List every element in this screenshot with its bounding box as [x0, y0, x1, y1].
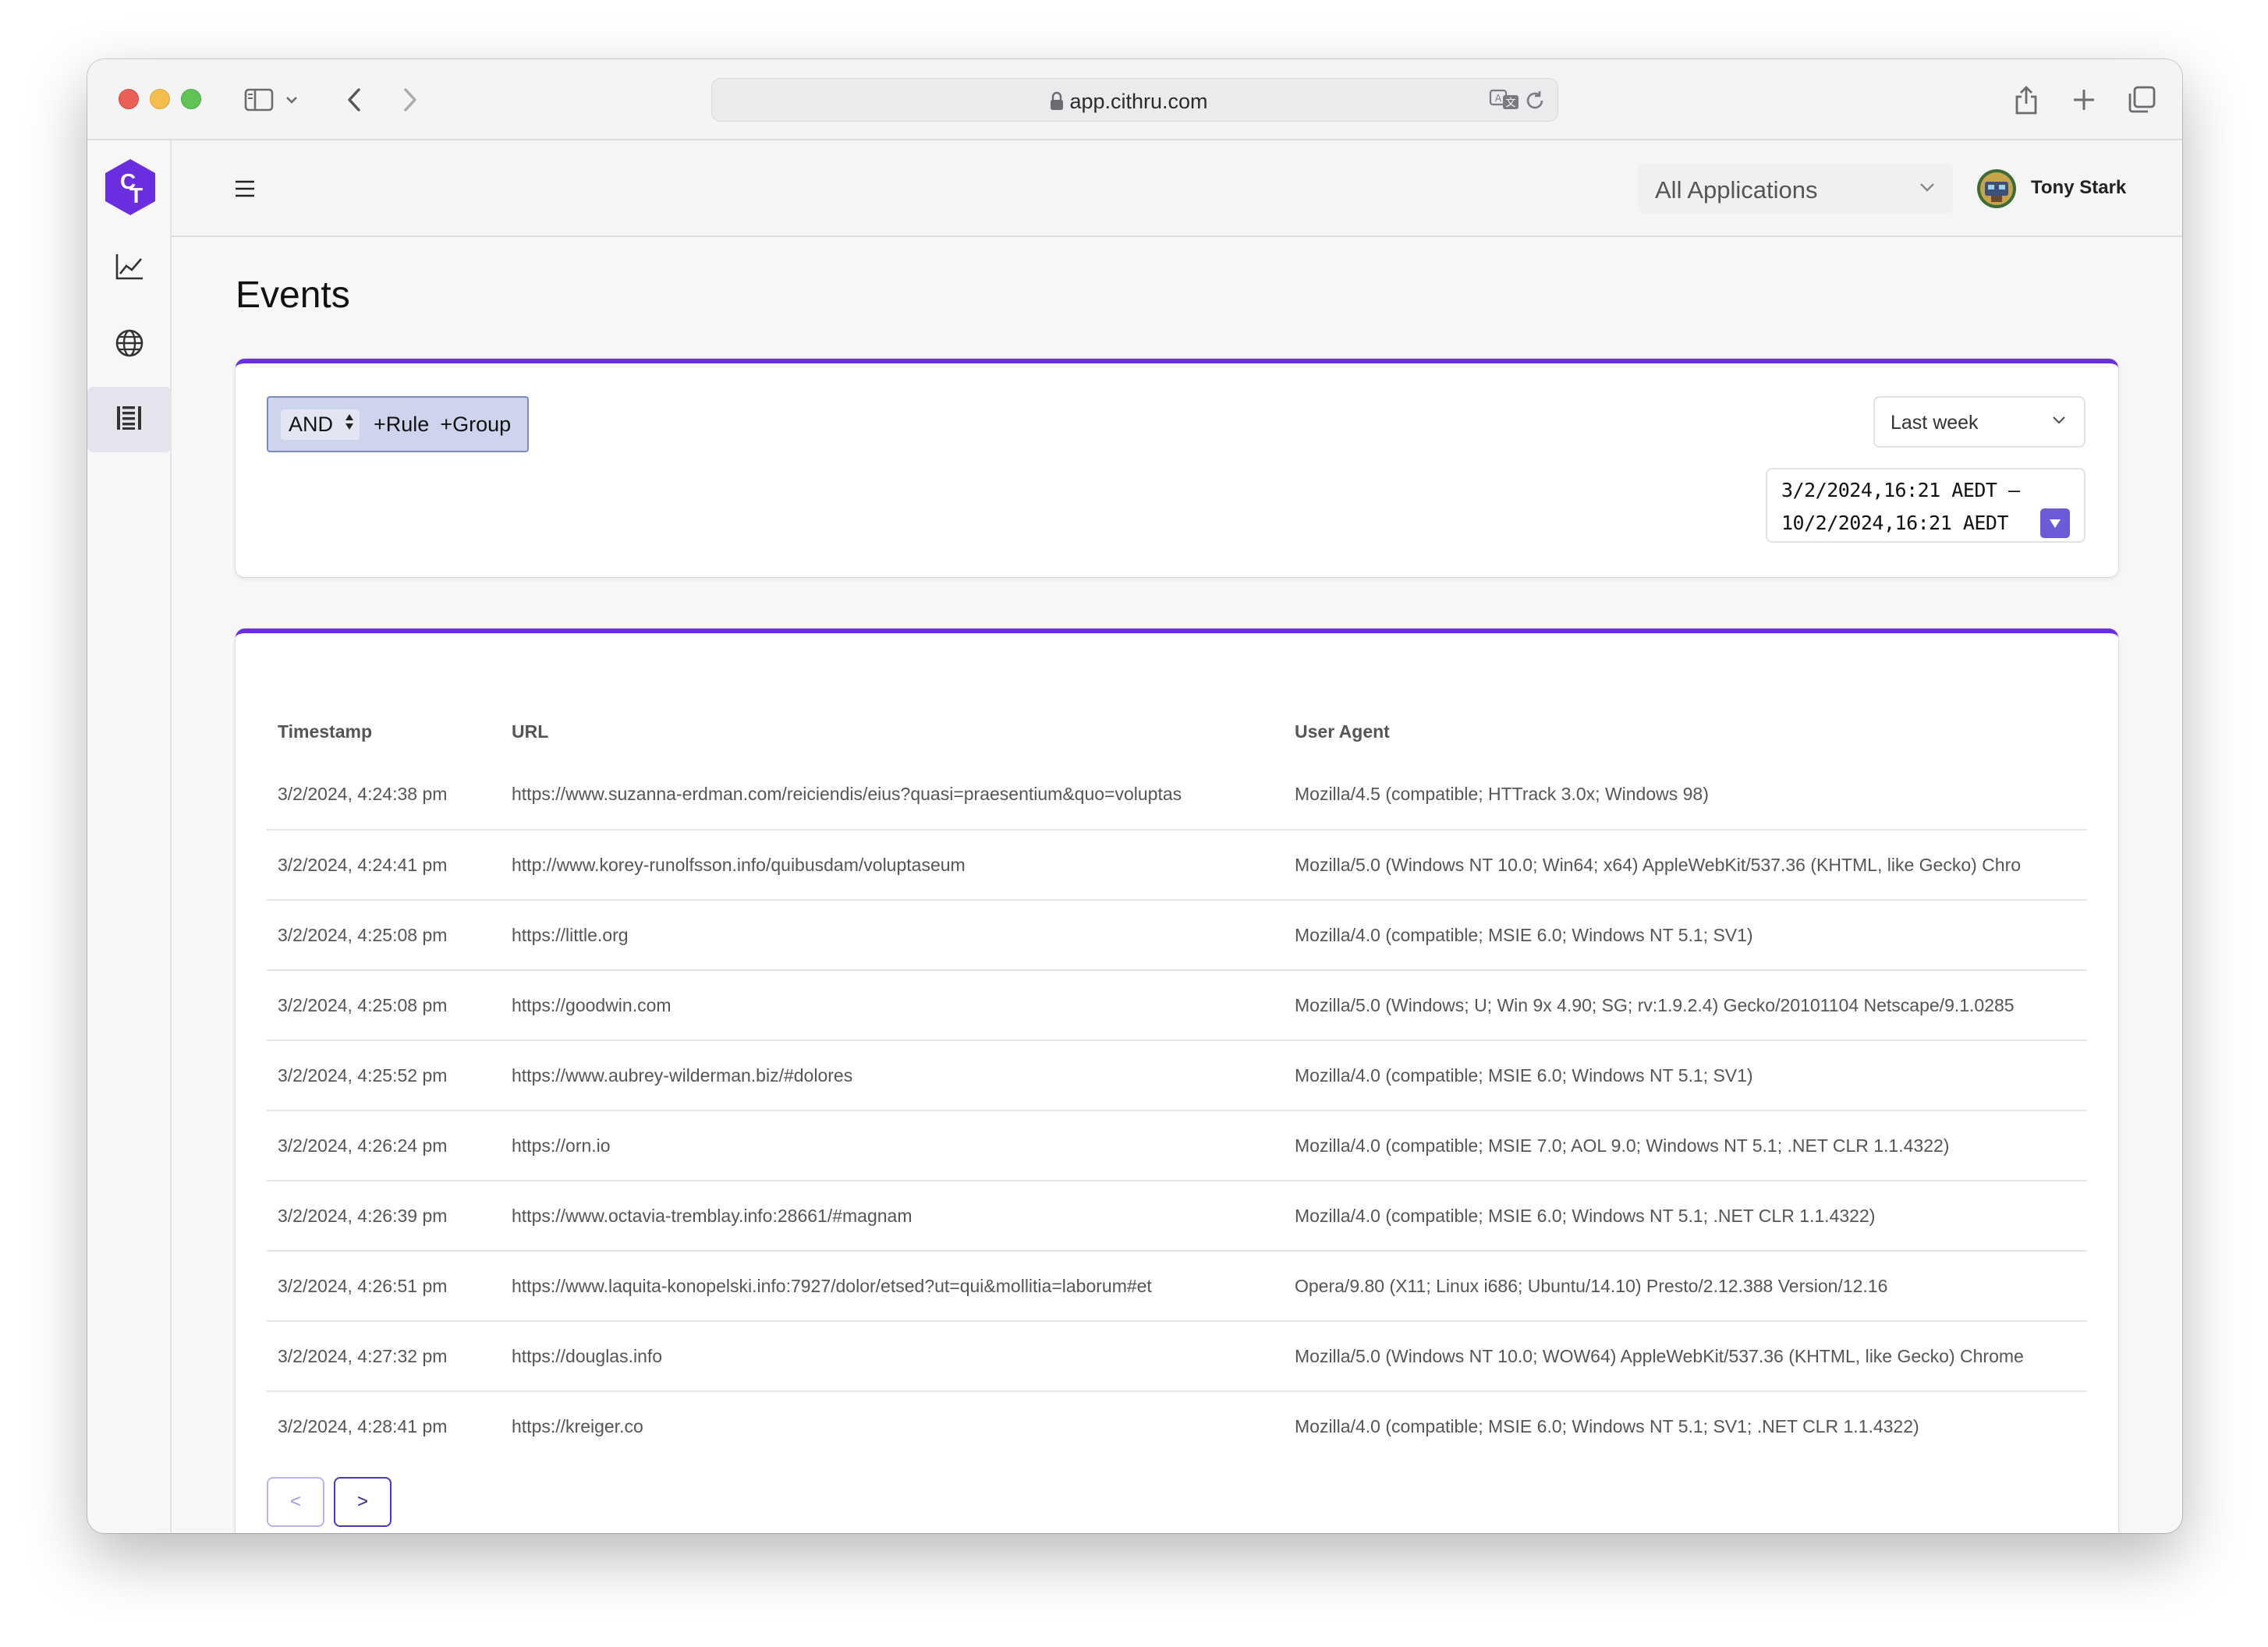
cell-timestamp: 3/2/2024, 4:26:39 pm: [267, 1181, 501, 1252]
table-row[interactable]: 3/2/2024, 4:26:24 pm https://orn.io Mozi…: [267, 1110, 2087, 1181]
cell-timestamp: 3/2/2024, 4:26:24 pm: [267, 1110, 501, 1181]
table-row[interactable]: 3/2/2024, 4:25:08 pm https://little.org …: [267, 900, 2087, 971]
table-row[interactable]: 3/2/2024, 4:25:52 pm https://www.aubrey-…: [267, 1040, 2087, 1111]
time-range-value: Last week: [1891, 412, 1979, 434]
sidebar-item-analytics[interactable]: [87, 236, 172, 301]
cell-user-agent: Opera/9.80 (X11; Linux i686; Ubuntu/14.1…: [1284, 1251, 2087, 1322]
cell-user-agent: Mozilla/5.0 (Windows; U; Win 9x 4.90; SG…: [1284, 970, 2087, 1041]
table-header-row: Timestamp URL User Agent: [267, 703, 2087, 760]
page-title: Events: [236, 274, 350, 316]
close-window-button[interactable]: [119, 89, 139, 109]
cell-timestamp: 3/2/2024, 4:25:08 pm: [267, 900, 501, 971]
add-rule-button[interactable]: +Rule: [374, 413, 429, 437]
query-builder: AND +Rule +Group: [267, 396, 529, 452]
browser-window: app.cithru.com 文A CT All Applications To…: [87, 59, 2182, 1533]
combinator-value: AND: [289, 412, 334, 436]
cell-url: http://www.korey-runolfsson.info/quibusd…: [501, 830, 1284, 901]
table-row[interactable]: 3/2/2024, 4:24:41 pm http://www.korey-ru…: [267, 830, 2087, 901]
updown-icon: [344, 413, 355, 437]
cell-url: https://www.aubrey-wilderman.biz/#dolore…: [501, 1040, 1284, 1111]
cell-user-agent: Mozilla/5.0 (Windows NT 10.0; Win64; x64…: [1284, 830, 2087, 901]
reload-icon[interactable]: [1523, 89, 1547, 116]
column-header-user-agent[interactable]: User Agent: [1284, 703, 2087, 760]
combinator-select[interactable]: AND: [281, 409, 360, 440]
date-range-picker[interactable]: 3/2/2024,16:21 AEDT – 10/2/2024,16:21 AE…: [1766, 468, 2085, 543]
zoom-window-button[interactable]: [181, 89, 201, 109]
globe-icon: [115, 328, 144, 362]
user-name[interactable]: Tony Stark: [2031, 177, 2126, 199]
previous-page-button[interactable]: <: [267, 1477, 324, 1527]
cell-user-agent: Mozilla/4.0 (compatible; MSIE 7.0; AOL 9…: [1284, 1110, 2087, 1181]
cell-user-agent: Mozilla/4.0 (compatible; MSIE 6.0; Windo…: [1284, 900, 2087, 971]
cell-user-agent: Mozilla/4.5 (compatible; HTTrack 3.0x; W…: [1284, 760, 2087, 831]
table-row[interactable]: 3/2/2024, 4:24:38 pm https://www.suzanna…: [267, 760, 2087, 831]
chevron-down-icon: [1919, 181, 1936, 197]
cell-url: https://orn.io: [501, 1110, 1284, 1181]
back-icon[interactable]: [335, 78, 373, 122]
application-select-value: All Applications: [1655, 176, 1818, 204]
svg-text:A: A: [1495, 93, 1502, 104]
sidebar-item-sessions[interactable]: [87, 312, 172, 377]
calendar-dropdown-icon[interactable]: [2040, 508, 2070, 538]
svg-text:文: 文: [1505, 97, 1515, 109]
avatar[interactable]: [1976, 168, 2017, 209]
chevron-down-icon[interactable]: [282, 78, 301, 122]
translate-icon[interactable]: 文A: [1489, 88, 1520, 115]
sidebar-toggle-icon[interactable]: [240, 78, 278, 122]
time-range-select[interactable]: Last week: [1873, 396, 2085, 448]
cell-url: https://www.laquita-konopelski.info:7927…: [501, 1251, 1284, 1322]
column-header-timestamp[interactable]: Timestamp: [267, 703, 501, 760]
cell-user-agent: Mozilla/4.0 (compatible; MSIE 6.0; Windo…: [1284, 1040, 2087, 1111]
cell-user-agent: Mozilla/4.0 (compatible; MSIE 6.0; Windo…: [1295, 1416, 1919, 1436]
forward-icon[interactable]: [392, 78, 429, 122]
add-group-button[interactable]: +Group: [440, 413, 511, 437]
browser-toolbar: app.cithru.com 文A: [87, 59, 2182, 140]
app-sidebar: CT: [87, 140, 172, 1533]
date-range-end: 10/2/2024,16:21 AEDT: [1781, 512, 2009, 534]
events-table-card: Timestamp URL User Agent 3/2/2024, 4:24:…: [236, 629, 2118, 1533]
table-row[interactable]: 3/2/2024, 4:25:08 pm https://goodwin.com…: [267, 970, 2087, 1041]
cell-url: https://goodwin.com: [501, 970, 1284, 1041]
svg-text:T: T: [129, 183, 143, 207]
table-row[interactable]: 3/2/2024, 4:26:51 pm https://www.laquita…: [267, 1251, 2087, 1322]
cell-url: https://www.suzanna-erdman.com/reiciendi…: [501, 760, 1284, 831]
cell-url: https://little.org: [501, 900, 1284, 971]
application-select[interactable]: All Applications: [1638, 164, 1953, 214]
events-table: Timestamp URL User Agent 3/2/2024, 4:24:…: [267, 703, 2087, 1461]
column-header-url[interactable]: URL: [501, 703, 1284, 760]
cell-url: https://douglas.info: [501, 1321, 1284, 1392]
cell-timestamp: 3/2/2024, 4:27:32 pm: [267, 1321, 501, 1392]
table-row[interactable]: 3/2/2024, 4:26:39 pm https://www.octavia…: [267, 1181, 2087, 1252]
sidebar-item-events[interactable]: [87, 387, 172, 452]
cell-timestamp: 3/2/2024, 4:24:38 pm: [267, 760, 501, 831]
cell-url: https://kreiger.co: [512, 1416, 643, 1436]
cell-timestamp: 3/2/2024, 4:24:41 pm: [267, 830, 501, 901]
events-list-icon: [115, 403, 144, 437]
minimize-window-button[interactable]: [150, 89, 170, 109]
url-text: app.cithru.com: [1069, 90, 1208, 113]
cell-url: https://www.octavia-tremblay.info:28661/…: [501, 1181, 1284, 1252]
tab-overview-icon[interactable]: [2120, 78, 2163, 122]
table-row[interactable]: 3/2/2024, 4:27:32 pm https://douglas.inf…: [267, 1321, 2087, 1392]
app-header: All Applications Tony Stark: [172, 140, 2182, 237]
cell-timestamp: 3/2/2024, 4:28:41 pm: [278, 1416, 448, 1436]
menu-icon[interactable]: [234, 178, 256, 200]
cell-timestamp: 3/2/2024, 4:26:51 pm: [267, 1251, 501, 1322]
chevron-down-icon: [2051, 415, 2067, 430]
cell-user-agent: Mozilla/4.0 (compatible; MSIE 6.0; Windo…: [1284, 1181, 2087, 1252]
next-page-button[interactable]: >: [334, 1477, 392, 1527]
line-chart-icon: [115, 253, 144, 285]
filter-panel: AND +Rule +Group Last week 3/2/2024,16:2…: [236, 359, 2118, 577]
cell-user-agent: Mozilla/5.0 (Windows NT 10.0; WOW64) App…: [1284, 1321, 2087, 1392]
cithru-logo[interactable]: CT: [103, 158, 158, 217]
address-bar[interactable]: app.cithru.com 文A: [711, 78, 1558, 122]
pagination: < >: [267, 1477, 392, 1527]
cell-timestamp: 3/2/2024, 4:25:52 pm: [267, 1040, 501, 1111]
cell-timestamp: 3/2/2024, 4:25:08 pm: [267, 970, 501, 1041]
new-tab-icon[interactable]: [2062, 78, 2106, 122]
date-range-start: 3/2/2024,16:21 AEDT –: [1781, 479, 2020, 501]
table-row[interactable]: 3/2/2024, 4:28:41 pm https://kreiger.co …: [267, 1391, 2087, 1461]
share-icon[interactable]: [2004, 78, 2048, 122]
